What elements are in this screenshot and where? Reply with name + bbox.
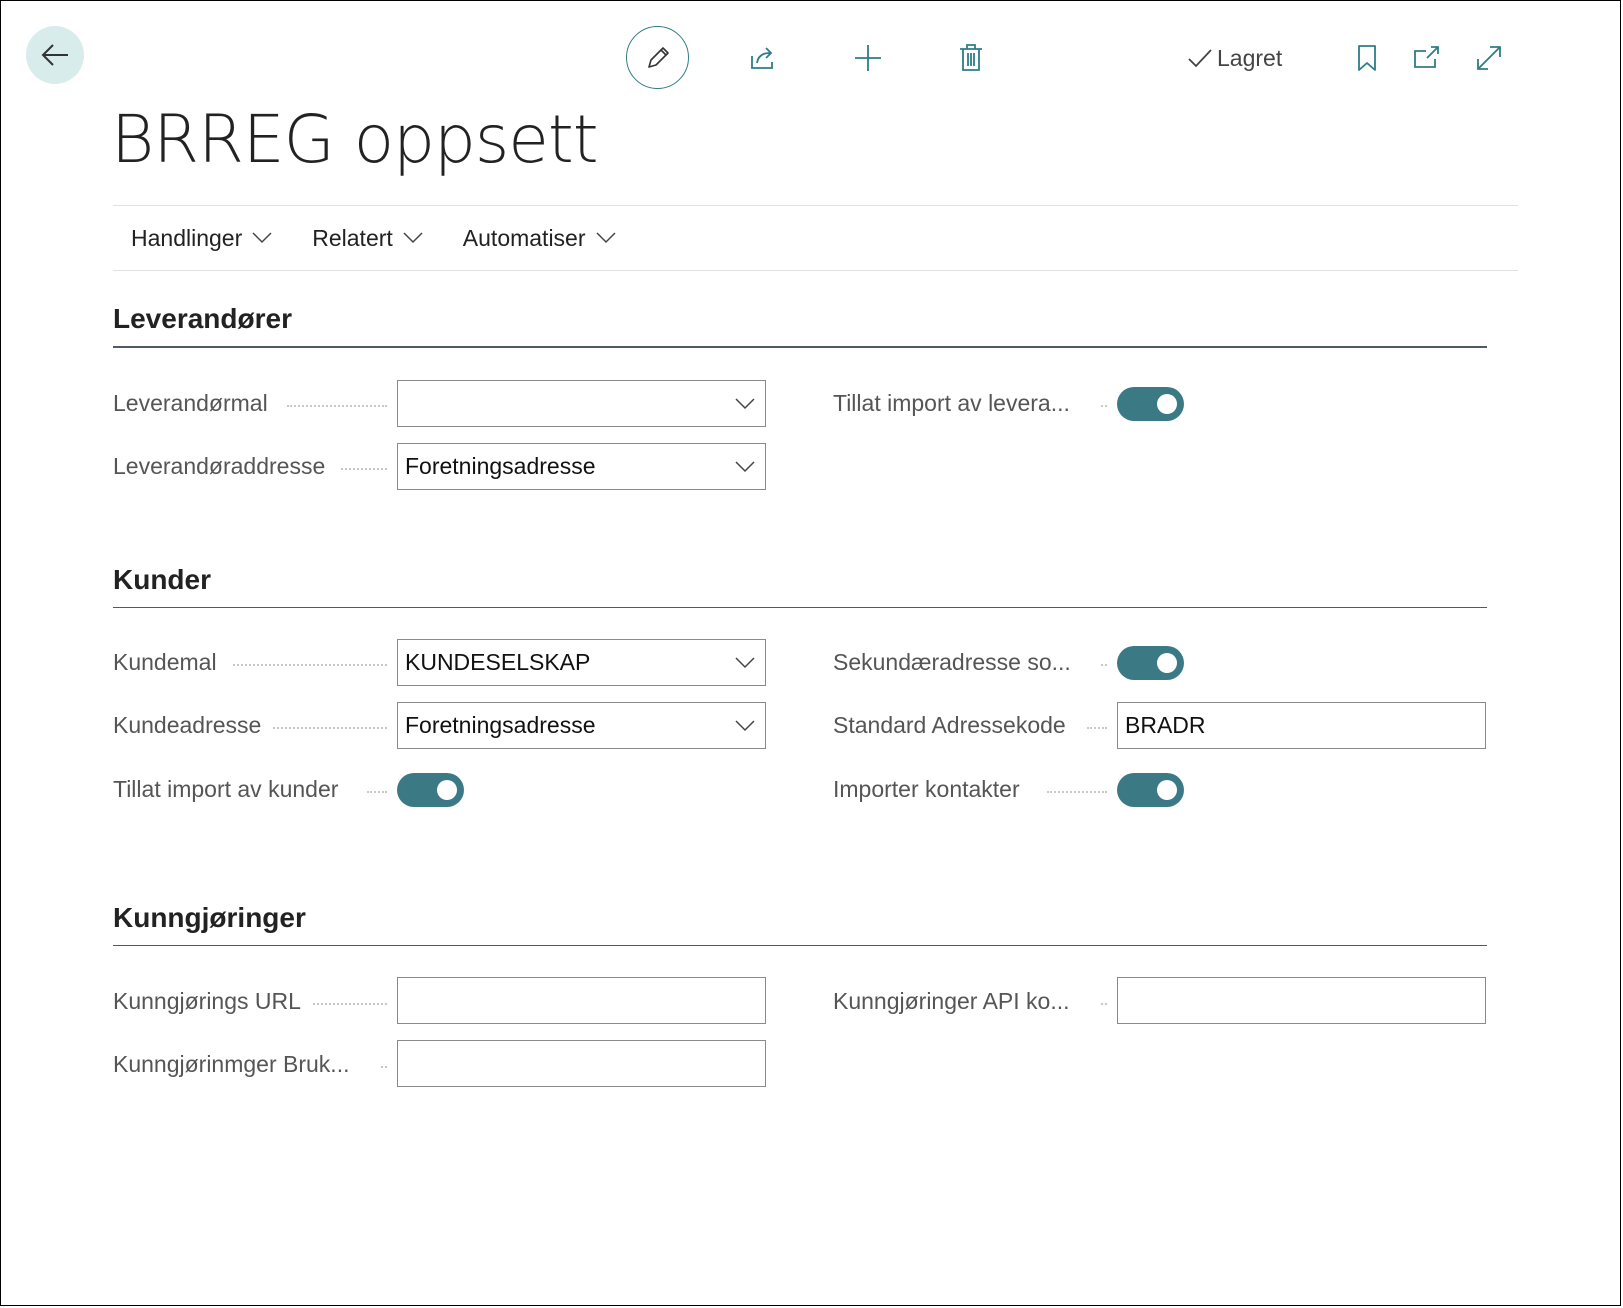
toggle-knob [437, 780, 457, 800]
leader-dots [381, 1066, 387, 1068]
chevron-down-icon [725, 460, 765, 473]
announcement-user-label: Kunngjørinmger Bruk... [113, 1051, 350, 1077]
toggle-knob [1157, 780, 1177, 800]
checkmark-icon [1188, 49, 1212, 68]
chevron-down-icon [725, 656, 765, 669]
customer-address-select[interactable]: Foretningsadresse [397, 702, 766, 749]
page-title: BRREG oppsett [111, 101, 599, 178]
open-in-new-window-icon [1414, 46, 1439, 68]
chevron-down-icon [252, 232, 272, 244]
leader-dots [273, 727, 387, 729]
allow-customer-import-toggle[interactable] [397, 773, 464, 807]
customer-address-value: Foretningsadresse [405, 712, 596, 738]
saved-label: Lagret [1217, 44, 1283, 71]
import-contacts-toggle[interactable] [1117, 773, 1184, 807]
leader-dots [1101, 405, 1107, 407]
saved-status: Lagret [1187, 41, 1282, 75]
leader-dots [341, 468, 387, 470]
arrow-left-icon [41, 44, 68, 66]
customer-template-select[interactable]: KUNDESELSKAP [397, 639, 766, 686]
plus-icon [855, 45, 881, 71]
add-button[interactable] [846, 36, 890, 80]
share-icon [751, 47, 773, 69]
allow-customer-import-label: Tillat import av kunder [113, 776, 339, 802]
leader-dots [287, 405, 387, 407]
back-button[interactable] [26, 26, 84, 84]
customer-address-label: Kundeadresse [113, 712, 262, 738]
announcement-url-label: Kunngjørings URL [113, 988, 301, 1014]
leader-dots [313, 1003, 387, 1005]
leader-dots [1101, 1003, 1107, 1005]
section-divider [113, 945, 1487, 946]
std-address-code-input[interactable]: BRADR [1117, 702, 1486, 749]
section-title-suppliers[interactable]: Leverandører [113, 303, 292, 335]
std-address-code-value: BRADR [1125, 712, 1206, 738]
secondary-address-toggle[interactable] [1117, 646, 1184, 680]
chevron-down-icon [403, 232, 423, 244]
section-title-customers[interactable]: Kunder [113, 564, 211, 596]
announcement-user-input[interactable] [397, 1040, 766, 1087]
leader-dots [1087, 727, 1107, 729]
allow-supplier-import-toggle[interactable] [1117, 387, 1184, 421]
leader-dots [233, 664, 387, 666]
section-divider [113, 607, 1487, 608]
action-bar: Handlinger Relatert Automatiser [113, 205, 1518, 271]
page-frame: Lagret BRREG oppsett Handlinger Relatert… [0, 0, 1621, 1306]
section-title-announcements[interactable]: Kunngjøringer [113, 902, 306, 934]
chevron-down-icon [595, 232, 616, 244]
std-address-code-label: Standard Adressekode [833, 712, 1066, 738]
allow-supplier-import-label: Tillat import av levera... [833, 390, 1070, 416]
actions-menu-label: Handlinger [131, 224, 243, 251]
toggle-knob [1157, 653, 1177, 673]
chevron-down-icon [725, 397, 765, 410]
leader-dots [1101, 664, 1107, 666]
supplier-address-value: Foretningsadresse [405, 453, 596, 479]
expand-button[interactable] [1467, 36, 1511, 80]
secondary-address-label: Sekundæradresse so... [833, 649, 1071, 675]
bookmark-button[interactable] [1345, 36, 1389, 80]
announcement-url-input[interactable] [397, 977, 766, 1024]
trash-icon [960, 44, 982, 71]
expand-icon [1477, 46, 1501, 70]
leader-dots [1047, 791, 1107, 793]
import-contacts-label: Importer kontakter [833, 776, 1020, 802]
related-menu[interactable]: Relatert [312, 225, 423, 252]
automate-menu[interactable]: Automatiser [463, 225, 616, 252]
customer-template-label: Kundemal [113, 649, 217, 675]
supplier-template-label: Leverandørmal [113, 390, 268, 416]
supplier-address-label: Leverandøraddresse [113, 453, 326, 479]
chevron-down-icon [725, 719, 765, 732]
actions-menu[interactable]: Handlinger [131, 225, 272, 252]
supplier-template-select[interactable] [397, 380, 766, 427]
supplier-address-select[interactable]: Foretningsadresse [397, 443, 766, 490]
announcement-api-key-input[interactable] [1117, 977, 1486, 1024]
bookmark-icon [1358, 45, 1376, 71]
delete-button[interactable] [949, 36, 993, 80]
section-divider [113, 346, 1487, 348]
pencil-icon [647, 46, 669, 68]
related-menu-label: Relatert [312, 224, 393, 251]
open-new-window-button[interactable] [1405, 36, 1449, 80]
leader-dots [367, 791, 387, 793]
announcement-api-key-label: Kunngjøringer API ko... [833, 988, 1070, 1014]
customer-template-value: KUNDESELSKAP [405, 649, 591, 675]
toggle-knob [1157, 394, 1177, 414]
edit-button[interactable] [626, 26, 689, 89]
share-button[interactable] [741, 36, 785, 80]
automate-menu-label: Automatiser [462, 224, 586, 251]
